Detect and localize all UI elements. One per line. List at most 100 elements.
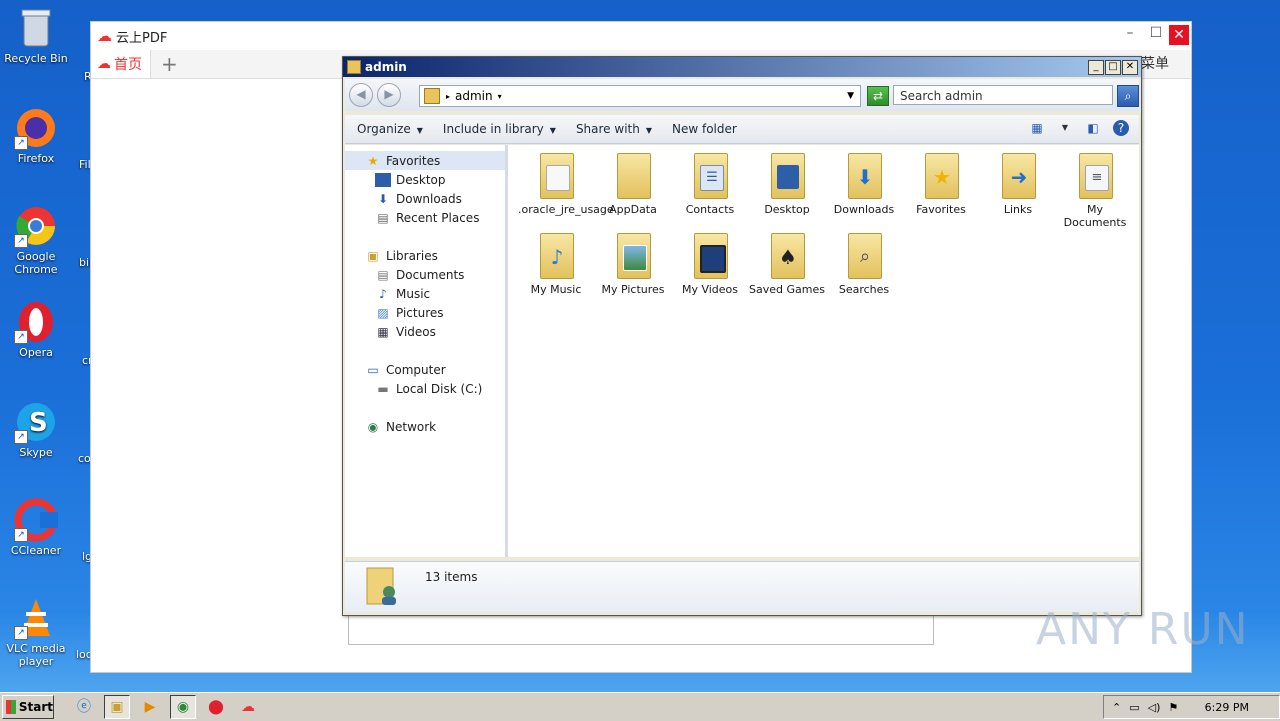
star-icon: ★ xyxy=(367,153,379,168)
folder-item[interactable]: ♪ My Music xyxy=(518,233,594,296)
start-label: Start xyxy=(18,700,53,714)
nav-network[interactable]: ◉ Network xyxy=(345,417,505,436)
nav-documents[interactable]: ▤ Documents xyxy=(345,265,505,284)
minimize-button[interactable]: – xyxy=(1117,22,1143,44)
folder-desktop-icon xyxy=(767,153,807,199)
desktop-icon-label: VLC media player xyxy=(6,642,66,668)
address-dropdown-icon[interactable]: ▼ xyxy=(847,91,854,101)
breadcrumb-admin[interactable]: admin xyxy=(455,89,493,103)
folder-item[interactable]: ⌕ Searches xyxy=(826,233,902,296)
nav-pictures[interactable]: ▨ Pictures xyxy=(345,303,505,322)
share-with-menu[interactable]: Share with ▼ xyxy=(576,122,652,136)
shortcut-arrow-icon: ↗ xyxy=(14,430,28,444)
maximize-button[interactable]: □ xyxy=(1105,60,1121,75)
close-button[interactable]: ✕ xyxy=(1169,25,1189,45)
folder-item[interactable]: My Pictures xyxy=(595,233,671,296)
search-input[interactable]: Search admin xyxy=(893,85,1113,105)
user-folder-icon xyxy=(424,88,440,104)
network-icon: ◉ xyxy=(367,419,379,434)
opera-taskbar-icon[interactable]: ⬤ xyxy=(204,696,228,718)
folder-icon xyxy=(613,153,653,199)
folder-item[interactable]: Desktop xyxy=(749,153,825,216)
close-button[interactable]: ✕ xyxy=(1122,60,1138,75)
desktop-icon-recycle-bin[interactable]: Recycle Bin xyxy=(0,6,72,65)
pdf-menu-button[interactable]: 菜单 xyxy=(1141,53,1169,73)
help-icon[interactable]: ? xyxy=(1113,120,1129,136)
desktop-icon-skype[interactable]: S ↗ Skype xyxy=(0,400,72,459)
folder-item[interactable]: ≡ My Documents xyxy=(1057,153,1133,229)
tab-home[interactable]: ☁ 首页 xyxy=(91,50,151,78)
shortcut-arrow-icon: ↗ xyxy=(14,234,28,248)
start-button[interactable]: Start xyxy=(2,695,54,719)
flag-icon[interactable]: ⚑ xyxy=(1168,701,1178,714)
new-folder-button[interactable]: New folder xyxy=(672,122,737,136)
desktop-icon-ccleaner[interactable]: ↗ CCleaner xyxy=(0,498,72,557)
folder-links-icon: ➜ xyxy=(998,153,1038,199)
folder-label: My Videos xyxy=(681,283,739,296)
folder-videos-icon xyxy=(690,233,730,279)
include-in-library-menu[interactable]: Include in library ▼ xyxy=(443,122,556,136)
folder-item[interactable]: My Videos xyxy=(672,233,748,296)
pdf-content-frame xyxy=(348,612,934,645)
clock[interactable]: 6:29 PM xyxy=(1205,701,1249,714)
desktop-icon-firefox[interactable]: ↗ Firefox xyxy=(0,106,72,165)
opera-icon: ↗ xyxy=(14,300,58,344)
desktop-icon-opera[interactable]: ↗ Opera xyxy=(0,300,72,359)
nav-videos[interactable]: ▦ Videos xyxy=(345,322,505,341)
downloads-icon: ⬇ xyxy=(377,191,389,206)
folder-item[interactable]: ♠ Saved Games xyxy=(749,233,825,296)
desktop-icon-label: Recycle Bin xyxy=(4,52,68,65)
nav-label: Videos xyxy=(396,324,436,339)
folder-item[interactable]: AppData xyxy=(595,153,671,216)
nav-label: Music xyxy=(396,286,431,301)
folder-downloads-icon: ⬇ xyxy=(844,153,884,199)
tray-expand-icon[interactable]: ⌃ xyxy=(1112,701,1121,714)
refresh-button[interactable]: ⇄ xyxy=(867,86,889,106)
view-controls: ▦ ▼ ◧ ? xyxy=(1029,120,1129,136)
shortcut-arrow-icon: ↗ xyxy=(14,136,28,150)
network-tray-icon[interactable]: ▭ xyxy=(1129,701,1139,714)
forward-button[interactable]: ▶ xyxy=(377,83,401,107)
volume-icon[interactable]: ◁) xyxy=(1148,701,1161,714)
desktop-icon-vlc[interactable]: ↗ VLC media player xyxy=(0,596,72,668)
desktop-icon-chrome[interactable]: ↗ Google Chrome xyxy=(0,204,72,276)
media-player-icon[interactable]: ▶ xyxy=(138,696,162,718)
explorer-taskbar-icon[interactable]: ▣ xyxy=(104,695,130,719)
minimize-button[interactable]: _ xyxy=(1088,60,1104,75)
maximize-button[interactable]: ☐ xyxy=(1143,22,1169,44)
back-button[interactable]: ◀ xyxy=(349,83,373,107)
nav-recent-places[interactable]: ▤ Recent Places xyxy=(345,208,505,227)
search-icon[interactable]: ⌕ xyxy=(1117,85,1139,107)
nav-computer[interactable]: ▭ Computer xyxy=(345,360,505,379)
new-tab-button[interactable]: + xyxy=(161,52,178,76)
nav-desktop[interactable]: Desktop xyxy=(345,170,505,189)
chevron-down-icon: ▼ xyxy=(416,126,423,135)
view-options-icon[interactable]: ▦ xyxy=(1029,120,1045,136)
nav-favorites[interactable]: ★ Favorites xyxy=(345,151,505,170)
nav-local-disk[interactable]: ▬ Local Disk (C:) xyxy=(345,379,505,398)
music-icon: ♪ xyxy=(379,286,387,301)
cloud-logo-icon: ☁ xyxy=(97,27,112,45)
tab-home-label: 首页 xyxy=(114,57,142,73)
shortcut-arrow-icon: ↗ xyxy=(14,528,28,542)
folder-item[interactable]: ★ Favorites xyxy=(903,153,979,216)
ie-icon[interactable]: ⓔ xyxy=(72,696,96,718)
organize-menu[interactable]: Organize ▼ xyxy=(357,122,423,136)
nav-libraries[interactable]: ▣ Libraries xyxy=(345,246,505,265)
folder-item[interactable]: ☰ Contacts xyxy=(672,153,748,216)
pdf-taskbar-icon[interactable]: ☁ xyxy=(236,696,260,718)
folder-item[interactable]: .oracle_jre_usage xyxy=(518,153,614,216)
nav-downloads[interactable]: ⬇ Downloads xyxy=(345,189,505,208)
pdf-app-title: 云上PDF xyxy=(116,30,168,46)
shortcut-arrow-icon: ↗ xyxy=(14,330,28,344)
chevron-down-icon[interactable]: ▼ xyxy=(1057,120,1073,136)
folder-item[interactable]: ⬇ Downloads xyxy=(826,153,902,216)
folder-item[interactable]: ➜ Links xyxy=(980,153,1056,216)
preview-pane-icon[interactable]: ◧ xyxy=(1085,120,1101,136)
nav-music[interactable]: ♪ Music xyxy=(345,284,505,303)
partial-desktop-label: co xyxy=(78,452,91,465)
folder-pictures-icon xyxy=(613,233,653,279)
pdf-window-controls: – ☐ ✕ xyxy=(1117,22,1191,45)
address-bar[interactable]: ▸ admin ▾ ▼ xyxy=(419,85,861,107)
chrome-taskbar-icon[interactable]: ◉ xyxy=(170,695,196,719)
